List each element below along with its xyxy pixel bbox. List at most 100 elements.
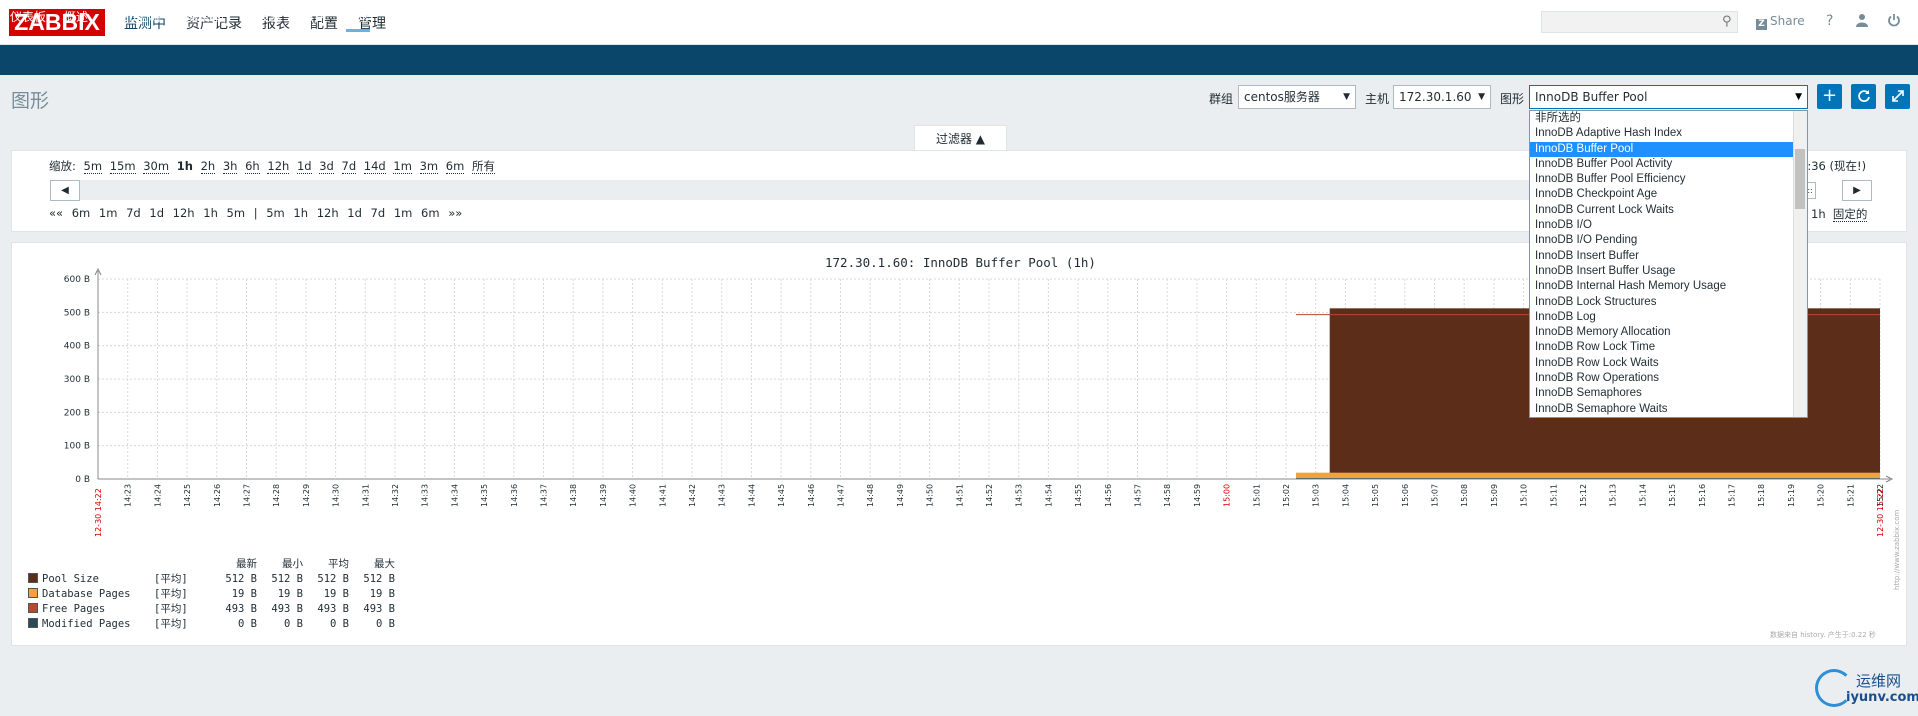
timeline-scrollbar[interactable] (50, 180, 1772, 200)
zoom-option[interactable]: 14d (363, 159, 386, 174)
dropdown-option[interactable]: InnoDB Buffer Pool Activity (1530, 157, 1807, 172)
nav-events[interactable]: 事件 (302, 8, 326, 25)
x-tick-label: 14:32 (391, 484, 400, 507)
zoom-option[interactable]: 1m (393, 159, 412, 174)
legend-min: 493 B (271, 602, 303, 615)
period-forward-link[interactable]: 1h (293, 206, 308, 220)
x-tick-label: 15:16 (1698, 484, 1707, 507)
zoom-option[interactable]: 所有 (471, 159, 495, 174)
period-back-link[interactable]: 7d (126, 206, 141, 220)
dropdown-option[interactable]: InnoDB Lock Structures (1530, 295, 1807, 310)
back-all-link[interactable]: «« (49, 206, 63, 220)
dropdown-option[interactable]: InnoDB Log (1530, 310, 1807, 325)
zoom-option[interactable]: 5m (83, 159, 103, 174)
zoom-option[interactable]: 3d (319, 159, 334, 174)
dropdown-option[interactable]: InnoDB Row Operations (1530, 371, 1807, 386)
zoom-option[interactable]: 15m (109, 159, 136, 174)
period-forward-link[interactable]: 1m (394, 206, 413, 220)
nav-graphs[interactable]: 图形 (346, 8, 371, 32)
zoom-option[interactable]: 7d (341, 159, 357, 174)
search-input[interactable] (1541, 11, 1738, 33)
period-back-link[interactable]: 12h (173, 206, 195, 220)
host-select[interactable]: 172.30.1.60 ▼ (1393, 85, 1491, 109)
dropdown-option[interactable]: InnoDB Buffer Pool (1530, 141, 1807, 157)
dropdown-option[interactable]: InnoDB Semaphores (1530, 386, 1807, 401)
nav-maps[interactable]: 拓扑图 (458, 8, 494, 25)
dropdown-option[interactable]: InnoDB Current Lock Waits (1530, 203, 1807, 218)
period-forward-link[interactable]: 5m (266, 206, 285, 220)
dropdown-option[interactable]: InnoDB Buffer Pool Efficiency (1530, 172, 1807, 187)
legend-function: [平均] (154, 573, 188, 585)
zoom-option[interactable]: 6h (245, 159, 260, 174)
legend-min: 512 B (271, 572, 303, 585)
nav-screens[interactable]: 聚合图形 (390, 8, 438, 25)
graph-select-dropdown[interactable]: 非所选的 InnoDB Adaptive Hash Index InnoDB Buf… (1529, 110, 1808, 418)
filter-toggle-tab[interactable]: 过滤器 ▲ (914, 125, 1007, 151)
nav-it-services[interactable]: IT服务 (582, 8, 617, 25)
refresh-button[interactable] (1851, 84, 1876, 109)
share-link[interactable]: Z Share (1756, 14, 1805, 30)
dropdown-option[interactable]: 非所选的 (1530, 111, 1807, 126)
nav-latest-data[interactable]: 最新数据 (178, 8, 226, 25)
chevron-down-icon: ▼ (1478, 92, 1485, 102)
period-back-link[interactable]: 6m (72, 206, 91, 220)
period-back-link[interactable]: 1m (99, 206, 118, 220)
dropdown-scrollbar[interactable] (1793, 111, 1807, 417)
dropdown-option[interactable]: InnoDB Row Lock Time (1530, 340, 1807, 355)
zoom-option-active[interactable]: 1h (177, 159, 193, 173)
nav-dashboard[interactable]: 仪表板 (10, 8, 46, 25)
x-tick-label: 15:13 (1609, 484, 1618, 507)
zoom-option[interactable]: 2h (200, 159, 216, 174)
nav-triggers[interactable]: 触发器 (246, 8, 282, 25)
nav-overview[interactable]: 概述 (64, 8, 88, 25)
nav-web[interactable]: Web监测 (110, 8, 160, 25)
x-tick-label: 15:18 (1757, 484, 1766, 507)
period-forward-link[interactable]: 6m (421, 206, 440, 220)
scroll-left-button[interactable]: ◀ (50, 180, 80, 201)
current-time-link[interactable]: 2:36 (现在!) (1800, 158, 1866, 174)
user-icon[interactable] (1855, 13, 1869, 31)
zoom-option[interactable]: 3h (222, 159, 238, 174)
dropdown-option[interactable]: InnoDB Adaptive Hash Index (1530, 126, 1807, 141)
zabbix-url: http://www.zabbix.com (1893, 509, 1901, 590)
search-icon[interactable]: ⚲ (1722, 14, 1732, 29)
period-back-link[interactable]: 5m (227, 206, 246, 220)
power-icon[interactable] (1887, 13, 1901, 31)
fixed-toggle-link[interactable]: 固定的 (1832, 207, 1868, 222)
host-label: 主机 (1365, 92, 1390, 106)
scroll-right-button[interactable]: ▶ (1842, 180, 1872, 201)
dropdown-option[interactable]: InnoDB Memory Allocation (1530, 325, 1807, 340)
dropdown-option[interactable]: InnoDB Insert Buffer (1530, 249, 1807, 264)
dropdown-option[interactable]: InnoDB Internal Hash Memory Usage (1530, 279, 1807, 294)
zoom-option[interactable]: 12h (267, 159, 290, 174)
legend-avg: 19 B (323, 587, 349, 600)
forward-all-link[interactable]: »» (448, 206, 462, 220)
dropdown-option[interactable]: InnoDB Checkpoint Age (1530, 187, 1807, 202)
period-back-link[interactable]: 1d (149, 206, 164, 220)
legend-avg: 493 B (317, 602, 349, 615)
nav-discovery[interactable]: 自动发现 (514, 8, 562, 25)
add-to-favourites-button[interactable]: + (1817, 84, 1842, 109)
zoom-option[interactable]: 1d (296, 159, 312, 174)
fullscreen-button[interactable] (1885, 84, 1910, 109)
dropdown-option[interactable]: InnoDB Insert Buffer Usage (1530, 264, 1807, 279)
period-back-link[interactable]: 1h (203, 206, 218, 220)
x-end-label: 12-30 15:22 (1876, 488, 1885, 537)
period-forward-link[interactable]: 1d (347, 206, 362, 220)
x-tick-label: 14:42 (688, 484, 697, 507)
help-icon[interactable]: ? (1826, 13, 1833, 29)
period-forward-link[interactable]: 12h (317, 206, 339, 220)
group-select[interactable]: centos服务器 ▼ (1238, 85, 1356, 109)
x-start-label: 12-30 14:22 (94, 488, 103, 537)
x-tick-label: 15:08 (1460, 484, 1469, 507)
zoom-option[interactable]: 30m (143, 159, 170, 174)
scrollbar-thumb[interactable] (1795, 149, 1805, 209)
dropdown-option[interactable]: InnoDB Semaphore Waits (1530, 402, 1807, 417)
zoom-option[interactable]: 6m (445, 159, 465, 174)
dropdown-option[interactable]: InnoDB Row Lock Waits (1530, 356, 1807, 371)
dropdown-option[interactable]: InnoDB I/O (1530, 218, 1807, 233)
graph-select[interactable]: InnoDB Buffer Pool ▼ (1529, 85, 1808, 109)
dropdown-option[interactable]: InnoDB I/O Pending (1530, 233, 1807, 248)
zoom-option[interactable]: 3m (419, 159, 439, 174)
period-forward-link[interactable]: 7d (371, 206, 386, 220)
